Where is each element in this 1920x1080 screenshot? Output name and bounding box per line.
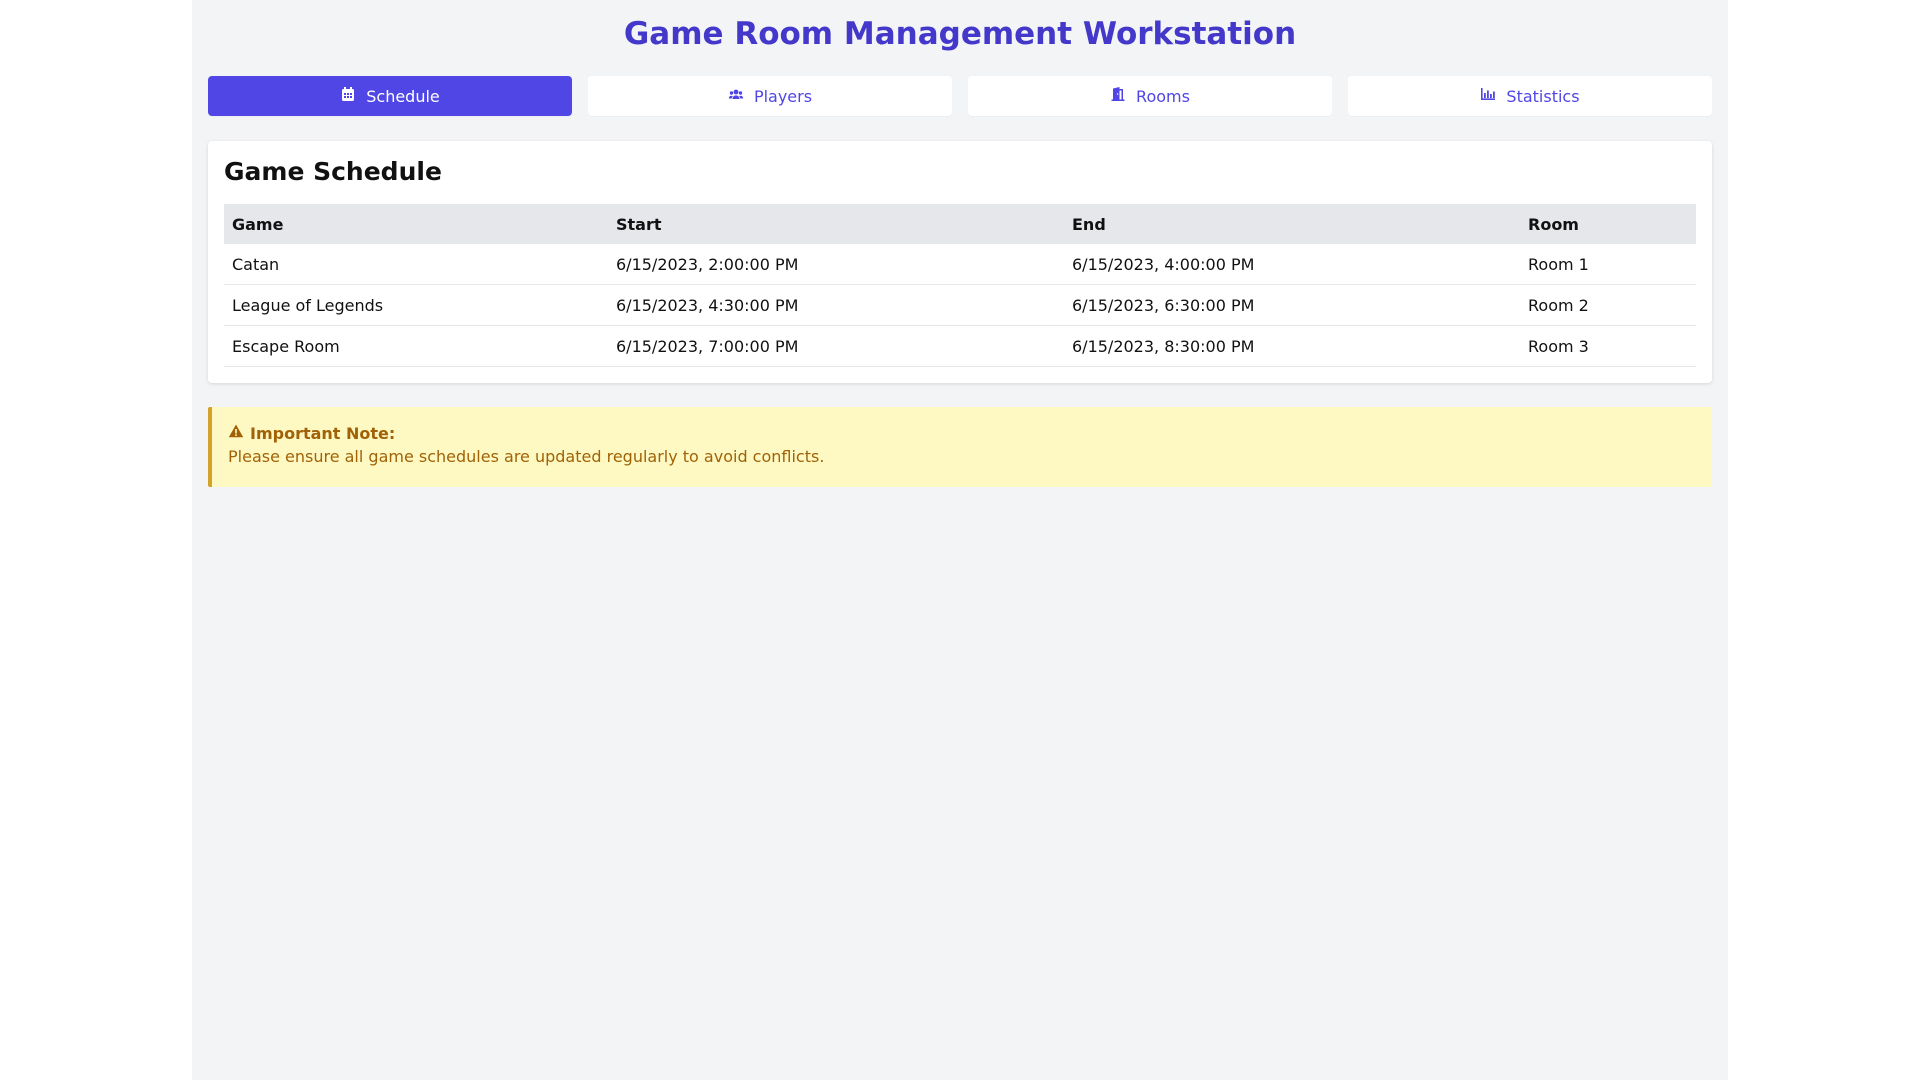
table-row: Escape Room 6/15/2023, 7:00:00 PM 6/15/2…	[224, 325, 1696, 367]
column-header-room: Room	[1520, 204, 1696, 244]
cell-end: 6/15/2023, 6:30:00 PM	[1064, 284, 1520, 326]
page-title: Game Room Management Workstation	[623, 16, 1297, 52]
tab-players[interactable]: Players	[588, 76, 952, 116]
cell-start: 6/15/2023, 2:00:00 PM	[608, 244, 1064, 285]
schedule-heading: Game Schedule	[224, 157, 442, 186]
table-row: Catan 6/15/2023, 2:00:00 PM 6/15/2023, 4…	[224, 244, 1696, 285]
tab-label: Players	[753, 86, 813, 106]
cell-game: Escape Room	[224, 325, 608, 367]
column-header-end: End	[1064, 204, 1520, 244]
cell-start: 6/15/2023, 7:00:00 PM	[608, 325, 1064, 367]
cell-end: 6/15/2023, 8:30:00 PM	[1064, 325, 1520, 367]
table-row: League of Legends 6/15/2023, 4:30:00 PM …	[224, 284, 1696, 326]
cell-room: Room 1	[1520, 244, 1696, 285]
users-icon	[728, 86, 744, 106]
warning-icon	[228, 423, 244, 444]
note-header: Important Note:	[228, 423, 1696, 444]
cell-room: Room 2	[1520, 284, 1696, 326]
tab-bar: Schedule Players Rooms Statistics	[208, 76, 1712, 116]
cell-game: League of Legends	[224, 284, 608, 326]
note-title: Important Note:	[250, 423, 396, 443]
tab-label: Rooms	[1136, 86, 1190, 106]
column-header-game: Game	[224, 204, 608, 244]
cell-start: 6/15/2023, 4:30:00 PM	[608, 284, 1064, 326]
schedule-table: Game Start End Room Catan 6/15/2023, 2:0…	[224, 204, 1696, 367]
column-header-start: Start	[608, 204, 1064, 244]
tab-statistics[interactable]: Statistics	[1348, 76, 1712, 116]
important-note: Important Note: Please ensure all game s…	[208, 407, 1712, 487]
app-page: Game Room Management Workstation Schedul…	[192, 0, 1728, 1080]
note-text: Please ensure all game schedules are upd…	[228, 447, 825, 466]
bar-chart-icon	[1480, 86, 1496, 106]
calendar-icon	[340, 86, 356, 106]
tab-rooms[interactable]: Rooms	[968, 76, 1332, 116]
cell-room: Room 3	[1520, 325, 1696, 367]
tab-label: Statistics	[1506, 86, 1580, 106]
schedule-panel: Game Schedule Game Start End Room Catan …	[208, 141, 1712, 383]
tab-schedule[interactable]: Schedule	[208, 76, 572, 116]
cell-end: 6/15/2023, 4:00:00 PM	[1064, 244, 1520, 285]
table-header-row: Game Start End Room	[224, 204, 1696, 244]
tab-label: Schedule	[366, 86, 440, 106]
cell-game: Catan	[224, 244, 608, 285]
door-icon	[1110, 86, 1126, 106]
